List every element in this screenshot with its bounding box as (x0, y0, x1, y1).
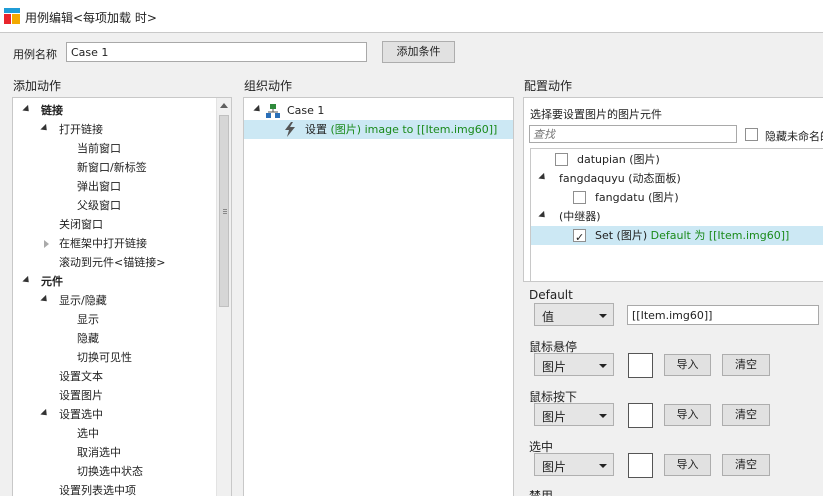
select-widget-label: 选择要设置图片的图片元件 (530, 108, 662, 121)
expanded-icon (40, 294, 50, 305)
tree-item-open-link[interactable]: 打开链接 (13, 120, 217, 139)
grip-line (223, 213, 227, 214)
action-prefix: 设置 (305, 123, 331, 136)
widget-row-fangdatu[interactable]: fangdatu (图片) (531, 188, 823, 207)
lightning-icon (285, 122, 295, 137)
app-icon (4, 8, 20, 24)
widget-row-datupian[interactable]: datupian (图片) (531, 150, 823, 169)
widget-checkbox[interactable] (555, 153, 568, 166)
selected-type-dropdown[interactable]: 图片 (534, 453, 614, 476)
widget-row-set[interactable]: Set (图片) Default 为 [[Item.img60]] (531, 226, 823, 247)
expanded-icon (538, 172, 548, 183)
vertical-scrollbar[interactable] (216, 98, 231, 496)
hover-type-dropdown[interactable]: 图片 (534, 353, 614, 376)
hover-image-preview[interactable] (628, 353, 653, 378)
tree-item-popup-window[interactable]: 弹出窗口 (77, 177, 121, 196)
tree-item-set-image[interactable]: 设置图片 (59, 386, 103, 405)
add-action-header: 添加动作 (13, 79, 62, 93)
dropdown-arrow-icon (599, 314, 607, 318)
disabled-label: 禁用 (529, 489, 554, 496)
tree-item-close-window[interactable]: 关闭窗口 (59, 215, 103, 234)
tree-item-set-list-selection[interactable]: 设置列表选中项 (59, 481, 136, 496)
tree-item-select[interactable]: 选中 (77, 424, 99, 443)
mousedown-clear-button[interactable]: 清空 (722, 404, 770, 426)
mousedown-type-dropdown[interactable]: 图片 (534, 403, 614, 426)
organize-action-tree: Case 1 设置 (图片) image to [[Item.img60]] (243, 97, 514, 496)
tree-item-current-window[interactable]: 当前窗口 (77, 139, 121, 158)
dropdown-arrow-icon (599, 414, 607, 418)
default-label: Default (529, 288, 573, 302)
expanded-icon (538, 210, 548, 221)
default-type-dropdown[interactable]: 值 (534, 303, 614, 326)
case-name-input[interactable] (66, 42, 367, 62)
expanded-icon (22, 104, 32, 115)
dropdown-arrow-icon (599, 464, 607, 468)
selected-import-button[interactable]: 导入 (664, 454, 711, 476)
tree-item-toggle-visibility[interactable]: 切换可见性 (77, 348, 132, 367)
mousedown-image-preview[interactable] (628, 403, 653, 428)
scroll-thumb[interactable] (219, 115, 229, 307)
grip-line (223, 209, 227, 210)
tree-item-unselect[interactable]: 取消选中 (77, 443, 121, 462)
widget-search-input[interactable] (529, 125, 737, 143)
tree-item-show[interactable]: 显示 (77, 310, 99, 329)
hide-unnamed-label: 隐藏未命名的 (765, 130, 823, 143)
tree-item-link-group[interactable]: 链接 (13, 101, 217, 120)
collapsed-icon (44, 240, 49, 248)
configure-action-header: 配置动作 (524, 79, 573, 93)
tree-item-set-selected[interactable]: 设置选中 (13, 405, 217, 424)
title-bar: 用例编辑<每项加载 时> (0, 0, 823, 33)
expanded-icon (40, 123, 50, 134)
expanded-icon (40, 408, 50, 419)
hover-import-button[interactable]: 导入 (664, 354, 711, 376)
widget-row-fangdaquyu[interactable]: fangdaquyu (动态面板) (531, 169, 823, 188)
scroll-up-arrow-icon[interactable] (220, 103, 228, 108)
tree-item-toggle-selected[interactable]: 切换选中状态 (77, 462, 143, 481)
selected-image-preview[interactable] (628, 453, 653, 478)
add-action-tree: 链接 打开链接 当前窗口 新窗口/新标签 弹出窗口 父级窗口 关闭窗口 在框架中… (12, 97, 232, 496)
action-target: (图片) image to [[Item.img60]] (330, 123, 498, 136)
default-value-field[interactable]: [[Item.img60]] (627, 305, 819, 325)
window-title: 用例编辑<每项加载 时> (25, 11, 157, 25)
widget-checkbox[interactable] (573, 228, 586, 247)
configure-widget-panel: 选择要设置图片的图片元件 隐藏未命名的 datupian (图片) fangda… (523, 97, 823, 282)
tree-item-widget-group[interactable]: 元件 (13, 272, 217, 291)
tree-item-hide[interactable]: 隐藏 (77, 329, 99, 348)
widget-list: datupian (图片) fangdaquyu (动态面板) fangdatu… (530, 148, 823, 281)
hide-unnamed-checkbox[interactable] (745, 128, 758, 141)
organize-action-header: 组织动作 (244, 79, 293, 93)
case-icon (266, 104, 280, 118)
add-condition-button[interactable]: 添加条件 (382, 41, 455, 63)
tree-item-new-window[interactable]: 新窗口/新标签 (77, 158, 147, 177)
case-name-label: 用例名称 (13, 48, 57, 61)
tree-item-show-hide[interactable]: 显示/隐藏 (13, 291, 217, 310)
tree-item-open-in-frame[interactable]: 在框架中打开链接 (13, 234, 217, 253)
hover-clear-button[interactable]: 清空 (722, 354, 770, 376)
mousedown-import-button[interactable]: 导入 (664, 404, 711, 426)
case-node[interactable]: Case 1 (244, 101, 513, 120)
expanded-icon (22, 275, 32, 286)
dropdown-arrow-icon (599, 364, 607, 368)
widget-checkbox[interactable] (573, 191, 586, 204)
action-item-set-image[interactable]: 设置 (图片) image to [[Item.img60]] (244, 120, 513, 139)
tree-item-scroll-to-widget[interactable]: 滚动到元件<锚链接> (59, 253, 165, 272)
widget-row-repeater[interactable]: (中继器) (531, 207, 823, 226)
tree-item-parent-window[interactable]: 父级窗口 (77, 196, 121, 215)
grip-line (223, 211, 227, 212)
expanded-icon (253, 104, 263, 115)
selected-clear-button[interactable]: 清空 (722, 454, 770, 476)
tree-item-set-text[interactable]: 设置文本 (59, 367, 103, 386)
